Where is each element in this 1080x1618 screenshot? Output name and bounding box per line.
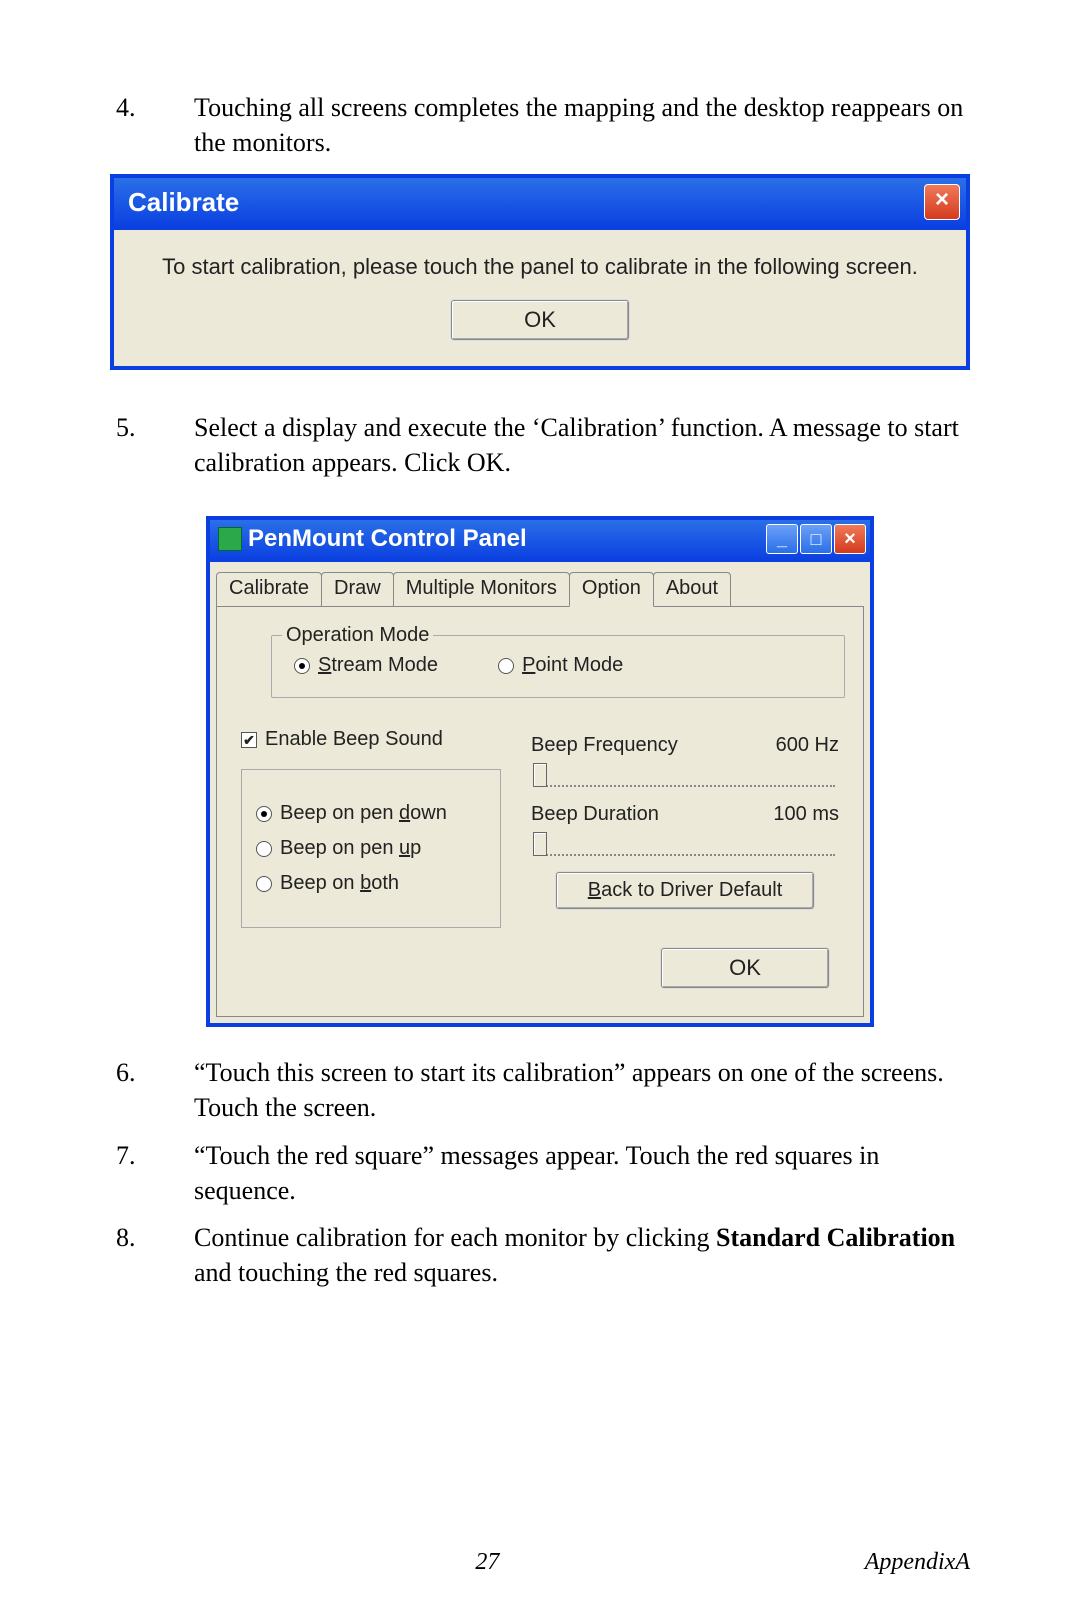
radio-stream-label: Stream Mode (318, 654, 438, 677)
check-enable-beep-label: Enable Beep Sound (265, 728, 443, 751)
radio-icon (256, 841, 272, 857)
step-7-text: “Touch the red square” messages appear. … (194, 1138, 970, 1208)
calibrate-dialog-message: To start calibration, please touch the p… (134, 254, 946, 280)
radio-icon (498, 658, 514, 674)
radio-beep-both[interactable]: Beep on both (256, 872, 486, 895)
close-icon[interactable]: × (834, 524, 866, 554)
radio-beep-pen-up-label: Beep on pen up (280, 837, 421, 860)
radio-beep-pen-down[interactable]: Beep on pen down (256, 802, 486, 825)
step-8-num: 8. (110, 1220, 194, 1290)
beep-duration-label: Beep Duration (531, 803, 659, 826)
radio-icon (294, 658, 310, 674)
group-operation-mode: Operation Mode Stream Mode Point Mode (271, 635, 845, 698)
back-to-driver-default-button[interactable]: Back to Driver Default (556, 872, 814, 909)
tab-multiple-monitors[interactable]: Multiple Monitors (393, 572, 570, 606)
checkbox-icon: ✔ (241, 732, 257, 748)
step-6-text: “Touch this screen to start its calibrat… (194, 1055, 970, 1125)
group-operation-mode-label: Operation Mode (282, 624, 433, 647)
slider-beep-frequency[interactable] (531, 763, 839, 789)
tab-draw[interactable]: Draw (321, 572, 394, 606)
radio-beep-both-label: Beep on both (280, 872, 399, 895)
tab-calibrate[interactable]: Calibrate (216, 572, 322, 606)
beep-duration-value: 100 ms (773, 803, 839, 826)
radio-point-label: Point Mode (522, 654, 623, 677)
minimize-icon[interactable]: _ (766, 524, 798, 554)
calibrate-dialog-title: Calibrate (128, 187, 239, 218)
radio-icon (256, 876, 272, 892)
step-6-num: 6. (110, 1055, 194, 1125)
calibrate-ok-button[interactable]: OK (451, 300, 629, 340)
penmount-ok-button[interactable]: OK (661, 948, 829, 988)
page-number: 27 (110, 1549, 865, 1576)
slider-beep-duration[interactable] (531, 832, 839, 858)
radio-beep-pen-up[interactable]: Beep on pen up (256, 837, 486, 860)
close-icon[interactable]: × (924, 184, 960, 220)
step-4-num: 4. (110, 90, 194, 160)
app-icon (218, 527, 242, 551)
section-label: AppendixA (865, 1549, 970, 1576)
step-8-text: Continue calibration for each monitor by… (194, 1220, 970, 1290)
check-enable-beep[interactable]: ✔ Enable Beep Sound (241, 728, 501, 751)
slider-thumb-icon (533, 763, 547, 787)
step-7-num: 7. (110, 1138, 194, 1208)
beep-frequency-label: Beep Frequency (531, 734, 678, 757)
tab-about[interactable]: About (653, 572, 731, 606)
radio-beep-pen-down-label: Beep on pen down (280, 802, 447, 825)
tab-option[interactable]: Option (569, 572, 654, 607)
step-4-text: Touching all screens completes the mappi… (194, 90, 970, 160)
tab-panel-option: Operation Mode Stream Mode Point Mode (216, 606, 864, 1017)
beep-frequency-value: 600 Hz (776, 734, 839, 757)
radio-stream-mode[interactable]: Stream Mode (294, 654, 438, 677)
penmount-window: PenMount Control Panel _ □ × Calibrate D… (206, 516, 874, 1027)
penmount-title: PenMount Control Panel (248, 525, 527, 553)
calibrate-dialog: Calibrate × To start calibration, please… (110, 174, 970, 370)
step-5-text: Select a display and execute the ‘Calibr… (194, 410, 970, 480)
radio-icon (256, 806, 272, 822)
radio-point-mode[interactable]: Point Mode (498, 654, 623, 677)
step-5-num: 5. (110, 410, 194, 480)
maximize-icon[interactable]: □ (800, 524, 832, 554)
group-beep-mode: Beep on pen down Beep on pen up Beep on … (241, 769, 501, 928)
slider-thumb-icon (533, 832, 547, 856)
